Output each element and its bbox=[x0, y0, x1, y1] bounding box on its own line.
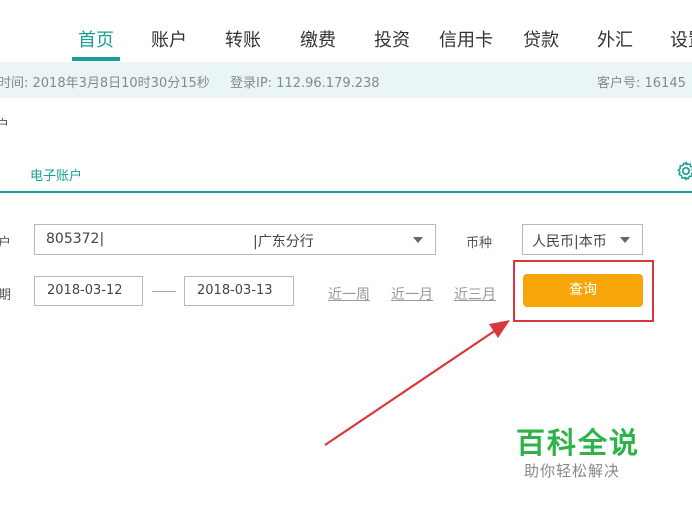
watermark-logo-text: 百科全说 bbox=[516, 426, 641, 460]
watermark-slogan: 助你轻松解决 bbox=[524, 462, 621, 480]
